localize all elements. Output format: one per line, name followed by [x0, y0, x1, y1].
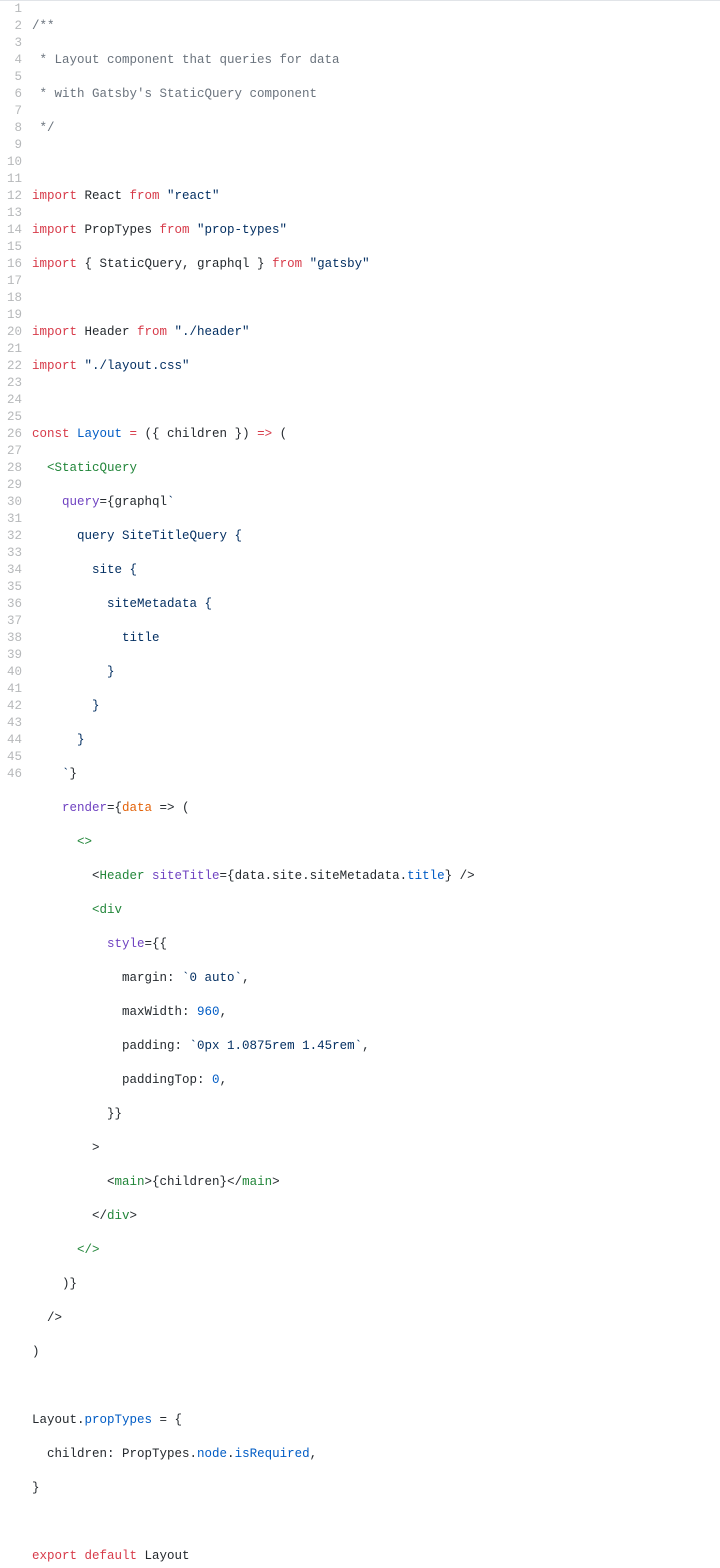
code-line: import React from "react" — [32, 188, 720, 205]
line-number: 43 — [0, 715, 22, 732]
code-line: </div> — [32, 1208, 720, 1225]
code-editor[interactable]: 1 2 3 4 5 6 7 8 9 10 11 12 13 14 15 16 1… — [0, 0, 720, 1568]
code-line: <StaticQuery — [32, 460, 720, 477]
line-number: 27 — [0, 443, 22, 460]
code-line: padding: `0px 1.0875rem 1.45rem`, — [32, 1038, 720, 1055]
line-number: 5 — [0, 69, 22, 86]
code-line: </> — [32, 1242, 720, 1259]
code-line: <Header siteTitle={data.site.siteMetadat… — [32, 868, 720, 885]
line-number: 8 — [0, 120, 22, 137]
line-number: 38 — [0, 630, 22, 647]
line-number: 21 — [0, 341, 22, 358]
line-number: 11 — [0, 171, 22, 188]
line-number: 22 — [0, 358, 22, 375]
code-line: Layout.propTypes = { — [32, 1412, 720, 1429]
code-line: } — [32, 732, 720, 749]
code-line: <> — [32, 834, 720, 851]
line-number: 4 — [0, 52, 22, 69]
line-number: 14 — [0, 222, 22, 239]
code-line: /> — [32, 1310, 720, 1327]
line-number: 17 — [0, 273, 22, 290]
line-number: 15 — [0, 239, 22, 256]
line-number: 32 — [0, 528, 22, 545]
line-number: 26 — [0, 426, 22, 443]
line-number: 19 — [0, 307, 22, 324]
code-line — [32, 392, 720, 409]
code-line: import Header from "./header" — [32, 324, 720, 341]
line-number: 39 — [0, 647, 22, 664]
code-line: maxWidth: 960, — [32, 1004, 720, 1021]
code-line: * Layout component that queries for data — [32, 52, 720, 69]
line-number: 18 — [0, 290, 22, 307]
code-line: } — [32, 664, 720, 681]
line-number: 2 — [0, 18, 22, 35]
code-line: } — [32, 698, 720, 715]
line-number: 42 — [0, 698, 22, 715]
code-line — [32, 290, 720, 307]
line-number: 23 — [0, 375, 22, 392]
code-line: children: PropTypes.node.isRequired, — [32, 1446, 720, 1463]
code-line: import "./layout.css" — [32, 358, 720, 375]
line-number: 9 — [0, 137, 22, 154]
code-line: /** — [32, 18, 720, 35]
line-number: 7 — [0, 103, 22, 120]
line-number: 30 — [0, 494, 22, 511]
line-number: 35 — [0, 579, 22, 596]
code-line: import { StaticQuery, graphql } from "ga… — [32, 256, 720, 273]
code-line — [32, 154, 720, 171]
line-number: 33 — [0, 545, 22, 562]
line-number: 46 — [0, 766, 22, 783]
line-number: 31 — [0, 511, 22, 528]
line-number: 24 — [0, 392, 22, 409]
line-number: 28 — [0, 460, 22, 477]
code-content[interactable]: /** * Layout component that queries for … — [32, 1, 720, 1568]
line-number: 36 — [0, 596, 22, 613]
code-line: paddingTop: 0, — [32, 1072, 720, 1089]
line-number: 20 — [0, 324, 22, 341]
line-number: 6 — [0, 86, 22, 103]
code-line: export default Layout — [32, 1548, 720, 1565]
code-line: site { — [32, 562, 720, 579]
line-number: 37 — [0, 613, 22, 630]
code-line: `} — [32, 766, 720, 783]
line-number: 44 — [0, 732, 22, 749]
line-number-gutter: 1 2 3 4 5 6 7 8 9 10 11 12 13 14 15 16 1… — [0, 1, 32, 1568]
code-line — [32, 1378, 720, 1395]
line-number: 13 — [0, 205, 22, 222]
code-line: > — [32, 1140, 720, 1157]
code-line: <div — [32, 902, 720, 919]
code-line: style={{ — [32, 936, 720, 953]
code-line: const Layout = ({ children }) => ( — [32, 426, 720, 443]
line-number: 29 — [0, 477, 22, 494]
code-line: import PropTypes from "prop-types" — [32, 222, 720, 239]
line-number: 41 — [0, 681, 22, 698]
line-number: 3 — [0, 35, 22, 52]
code-line: margin: `0 auto`, — [32, 970, 720, 987]
code-line: siteMetadata { — [32, 596, 720, 613]
code-line: */ — [32, 120, 720, 137]
line-number: 45 — [0, 749, 22, 766]
line-number: 16 — [0, 256, 22, 273]
line-number: 1 — [0, 1, 22, 18]
line-number: 25 — [0, 409, 22, 426]
line-number: 10 — [0, 154, 22, 171]
code-line: query SiteTitleQuery { — [32, 528, 720, 545]
code-line: )} — [32, 1276, 720, 1293]
code-line: <main>{children}</main> — [32, 1174, 720, 1191]
line-number: 34 — [0, 562, 22, 579]
line-number: 12 — [0, 188, 22, 205]
code-line: } — [32, 1480, 720, 1497]
code-line — [32, 1514, 720, 1531]
code-line: title — [32, 630, 720, 647]
code-line: * with Gatsby's StaticQuery component — [32, 86, 720, 103]
code-line: ) — [32, 1344, 720, 1361]
code-line: query={graphql` — [32, 494, 720, 511]
line-number: 40 — [0, 664, 22, 681]
code-line: }} — [32, 1106, 720, 1123]
code-line: render={data => ( — [32, 800, 720, 817]
